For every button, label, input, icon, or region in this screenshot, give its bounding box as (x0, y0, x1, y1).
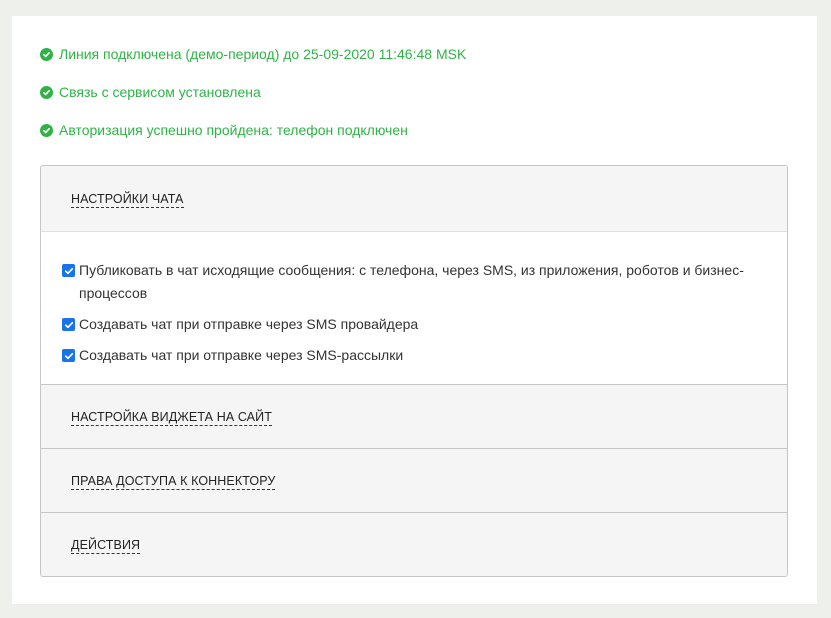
status-line-service: Связь с сервисом установлена (40, 84, 261, 100)
check-circle-icon (40, 47, 53, 61)
section-title[interactable]: ПРАВА ДОСТУПА К КОННЕКТОРУ (71, 473, 276, 490)
status-text: Линия подключена (демо-период) до 25-09-… (59, 46, 467, 62)
section-title[interactable]: ДЕЙСТВИЯ (71, 537, 141, 554)
option-label: Публиковать в чат исходящие сообщения: с… (79, 262, 744, 301)
checkbox-checked[interactable] (62, 349, 75, 362)
option-label: Создавать чат при отправке через SMS-рас… (79, 347, 404, 363)
section-header-chat-settings[interactable]: НАСТРОЙКИ ЧАТА (41, 166, 787, 231)
status-line-connection: Линия подключена (демо-период) до 25-09-… (40, 46, 466, 62)
option-create-chat-sms-provider[interactable]: Создавать чат при отправке через SMS про… (62, 313, 762, 336)
check-circle-icon (40, 85, 53, 99)
section-header-actions[interactable]: ДЕЙСТВИЯ (41, 513, 787, 576)
status-text: Связь с сервисом установлена (59, 84, 261, 100)
option-create-chat-sms-mailing[interactable]: Создавать чат при отправке через SMS-рас… (62, 344, 762, 367)
section-body-chat-settings: Публиковать в чат исходящие сообщения: с… (41, 231, 787, 385)
option-label: Создавать чат при отправке через SMS про… (79, 316, 419, 332)
option-publish-outgoing[interactable]: Публиковать в чат исходящие сообщения: с… (62, 259, 762, 305)
checkbox-checked[interactable] (62, 318, 75, 331)
section-header-access-rights[interactable]: ПРАВА ДОСТУПА К КОННЕКТОРУ (41, 449, 787, 512)
connector-settings-card: Линия подключена (демо-период) до 25-09-… (12, 16, 817, 604)
status-line-authorization: Авторизация успешно пройдена: телефон по… (40, 122, 408, 138)
section-title[interactable]: НАСТРОЙКИ ЧАТА (71, 191, 184, 208)
section-header-widget-settings[interactable]: НАСТРОЙКА ВИДЖЕТА НА САЙТ (41, 385, 787, 448)
settings-accordion: НАСТРОЙКИ ЧАТА Публиковать в чат исходящ… (40, 165, 788, 577)
status-text: Авторизация успешно пройдена: телефон по… (59, 122, 408, 138)
check-circle-icon (40, 123, 53, 137)
checkbox-checked[interactable] (62, 264, 75, 277)
section-title[interactable]: НАСТРОЙКА ВИДЖЕТА НА САЙТ (71, 409, 272, 426)
